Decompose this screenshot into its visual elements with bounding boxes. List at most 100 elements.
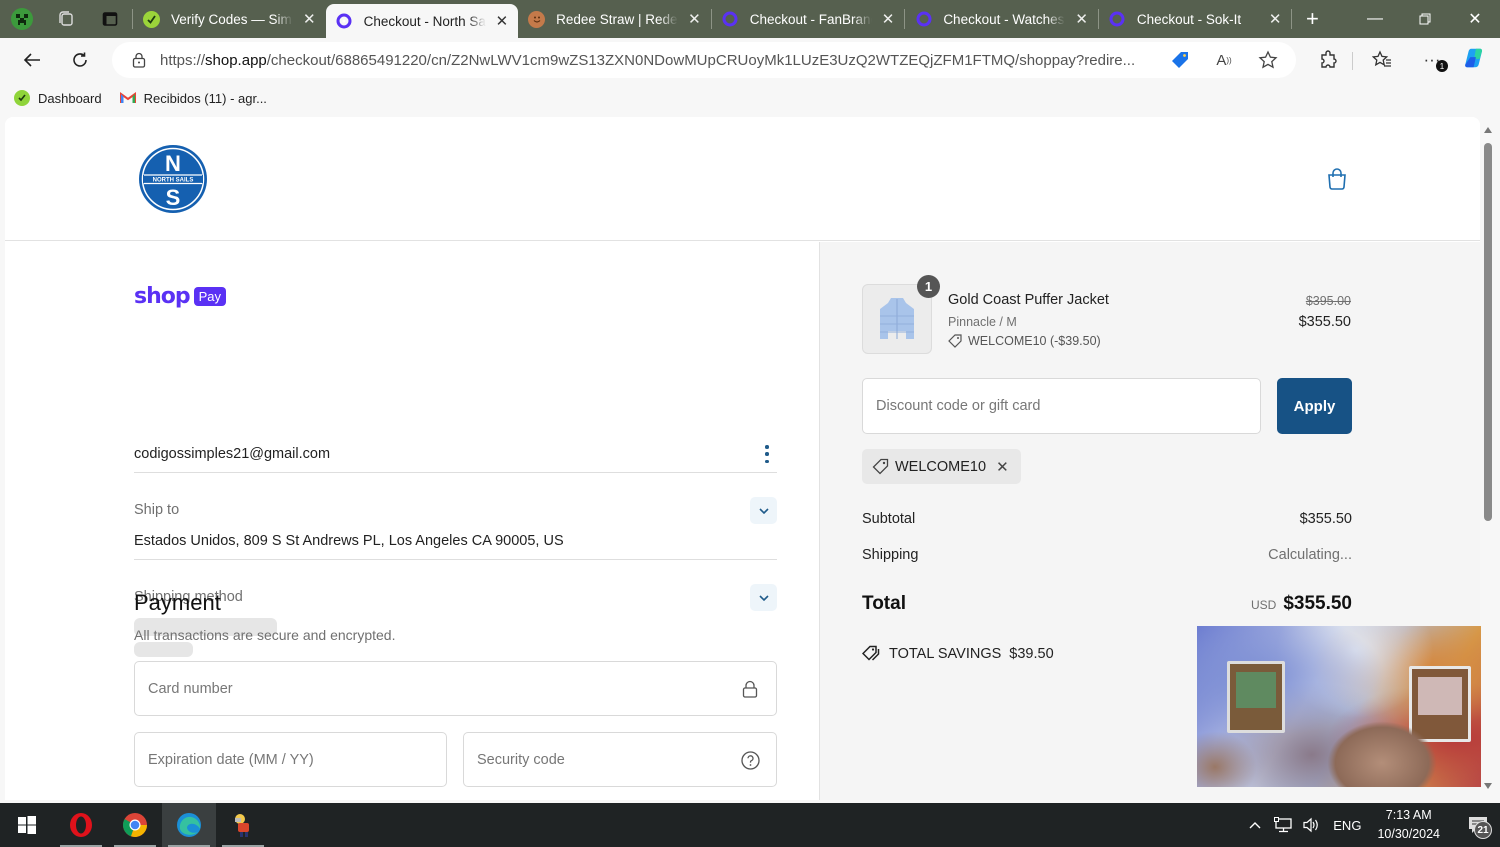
tab-checkout-sok-it[interactable]: Checkout - Sok-It ✕: [1099, 0, 1292, 38]
gmail-icon: [119, 90, 136, 106]
hand-image: [1327, 721, 1437, 787]
floating-video-player[interactable]: [1197, 626, 1484, 787]
more-menu-icon[interactable]: ··· 1: [1420, 48, 1448, 72]
url-bar[interactable]: https://shop.app/checkout/68865491220/cn…: [112, 42, 1296, 78]
shipping-row: Shipping Calculating...: [862, 547, 1352, 563]
expiration-date-input[interactable]: Expiration date (MM / YY): [134, 732, 447, 787]
taskbar-game-app[interactable]: [216, 803, 270, 847]
cart-button[interactable]: [1326, 167, 1348, 191]
section-divider: [134, 472, 777, 473]
green-check-icon: [14, 90, 30, 106]
show-hidden-icons-button[interactable]: [1241, 821, 1269, 829]
address-toolbar: https://shop.app/checkout/68865491220/cn…: [0, 38, 1500, 82]
new-tab-button[interactable]: +: [1292, 6, 1332, 32]
workspaces-icon: [59, 11, 73, 26]
chevron-up-icon: [1249, 822, 1261, 829]
bookmark-dashboard[interactable]: Dashboard: [14, 90, 102, 106]
loading-skeleton: [134, 642, 193, 657]
tab-checkout-fanbrand[interactable]: Checkout - FanBrand ✕: [712, 0, 905, 38]
url-scheme: https://: [160, 51, 206, 69]
clock[interactable]: 7:13 AM 10/30/2024: [1377, 806, 1440, 844]
tab-title: Checkout - Sok-It: [1136, 11, 1242, 27]
profile-avatar[interactable]: [0, 0, 44, 38]
bookmark-label: Dashboard: [38, 90, 102, 106]
shopping-bag-icon: [1328, 168, 1346, 190]
logo-letter-s: S: [166, 185, 181, 210]
north-sails-logo[interactable]: N NORTH SAILS S: [138, 144, 208, 214]
account-menu-button[interactable]: [761, 444, 773, 464]
tag-icon: [948, 334, 962, 348]
shipping-value: Calculating...: [1268, 547, 1352, 563]
tab-checkout-north-sails[interactable]: Checkout - North Sails ✕: [325, 4, 519, 38]
network-icon[interactable]: [1269, 817, 1297, 833]
favorite-star-icon[interactable]: [1258, 50, 1278, 70]
start-button[interactable]: [0, 803, 54, 847]
restore-button[interactable]: [1400, 0, 1450, 38]
product-discount: WELCOME10 (-$39.50): [948, 334, 1101, 348]
shopping-tag-icon[interactable]: [1170, 50, 1190, 70]
help-circle-icon[interactable]: [740, 750, 760, 770]
store-header: N NORTH SAILS S: [5, 117, 1480, 241]
refresh-button[interactable]: [56, 38, 104, 82]
scroll-thumb[interactable]: [1484, 143, 1492, 521]
extensions-icon[interactable]: [1316, 48, 1340, 72]
trading-card: [1227, 661, 1285, 733]
close-window-button[interactable]: ✕: [1450, 0, 1500, 38]
ship-to-expand-button[interactable]: [750, 497, 777, 524]
shipping-method-expand-button[interactable]: [750, 584, 777, 611]
bookmark-gmail[interactable]: Recibidos (11) - agr...: [119, 90, 267, 106]
shop-icon: [915, 11, 932, 28]
edge-icon: [177, 813, 201, 837]
tab-redee-straw[interactable]: Redee Straw | Redee ✕: [518, 0, 711, 38]
chevron-down-icon: [758, 507, 769, 514]
read-aloud-icon[interactable]: A)): [1214, 50, 1234, 70]
tab-title: Checkout - FanBrand: [749, 11, 872, 27]
close-tab-icon[interactable]: ✕: [882, 10, 895, 28]
card-number-input[interactable]: Card number: [134, 661, 777, 716]
vertical-tabs-button[interactable]: [88, 0, 132, 38]
volume-icon[interactable]: [1297, 817, 1325, 833]
remove-discount-icon[interactable]: ✕: [996, 458, 1009, 476]
copilot-icon[interactable]: [1463, 46, 1487, 70]
browser-tab-bar: Verify Codes — Simple ✕ Checkout - North…: [0, 0, 1500, 38]
input-language[interactable]: ENG: [1333, 818, 1361, 833]
workspaces-button[interactable]: [44, 0, 88, 38]
lock-icon: [740, 679, 760, 699]
windows-logo-icon: [18, 816, 36, 834]
url-text[interactable]: https://shop.app/checkout/68865491220/cn…: [160, 52, 1150, 69]
close-tab-icon[interactable]: ✕: [496, 12, 509, 30]
apply-discount-button[interactable]: Apply: [1277, 378, 1352, 434]
page-scrollbar[interactable]: [1481, 117, 1495, 800]
bookmark-label: Recibidos (11) - agr...: [143, 90, 267, 106]
taskbar-edge[interactable]: [162, 803, 216, 847]
close-tab-icon[interactable]: ✕: [303, 10, 316, 28]
hand-image: [1197, 731, 1257, 787]
discount-code-input[interactable]: Discount code or gift card: [862, 378, 1261, 434]
subtotal-row: Subtotal $355.50: [862, 511, 1352, 527]
security-code-input[interactable]: Security code: [463, 732, 777, 787]
minimize-button[interactable]: —: [1350, 0, 1400, 38]
sidebar-tabs-icon: [102, 12, 118, 26]
scroll-up-arrow[interactable]: [1484, 127, 1492, 133]
back-button[interactable]: [8, 38, 56, 82]
tab-verify-codes[interactable]: Verify Codes — Simple ✕: [133, 0, 326, 38]
payment-heading: Payment: [134, 590, 221, 615]
close-tab-icon[interactable]: ✕: [688, 10, 701, 28]
favorites-icon[interactable]: [1370, 48, 1394, 72]
total-currency: USD: [1250, 598, 1277, 612]
action-center-button[interactable]: 21: [1456, 803, 1500, 847]
close-tab-icon[interactable]: ✕: [1075, 10, 1088, 28]
taskbar-opera[interactable]: [54, 803, 108, 847]
scroll-down-arrow[interactable]: [1484, 783, 1492, 789]
creeper-icon: [11, 8, 33, 30]
system-tray: ENG 7:13 AM 10/30/2024 21: [1241, 803, 1500, 847]
restore-icon: [1419, 13, 1431, 25]
taskbar-chrome[interactable]: [108, 803, 162, 847]
expiration-placeholder: Expiration date (MM / YY): [148, 751, 314, 768]
lock-icon[interactable]: [132, 52, 146, 68]
total-row: Total USD $355.50: [862, 593, 1352, 615]
shop-icon: [722, 11, 739, 28]
checkout-form: shop Pay codigossimples21@gmail.com Ship…: [5, 242, 819, 800]
tab-checkout-watches[interactable]: Checkout - Watches ✕: [905, 0, 1098, 38]
close-tab-icon[interactable]: ✕: [1269, 10, 1282, 28]
